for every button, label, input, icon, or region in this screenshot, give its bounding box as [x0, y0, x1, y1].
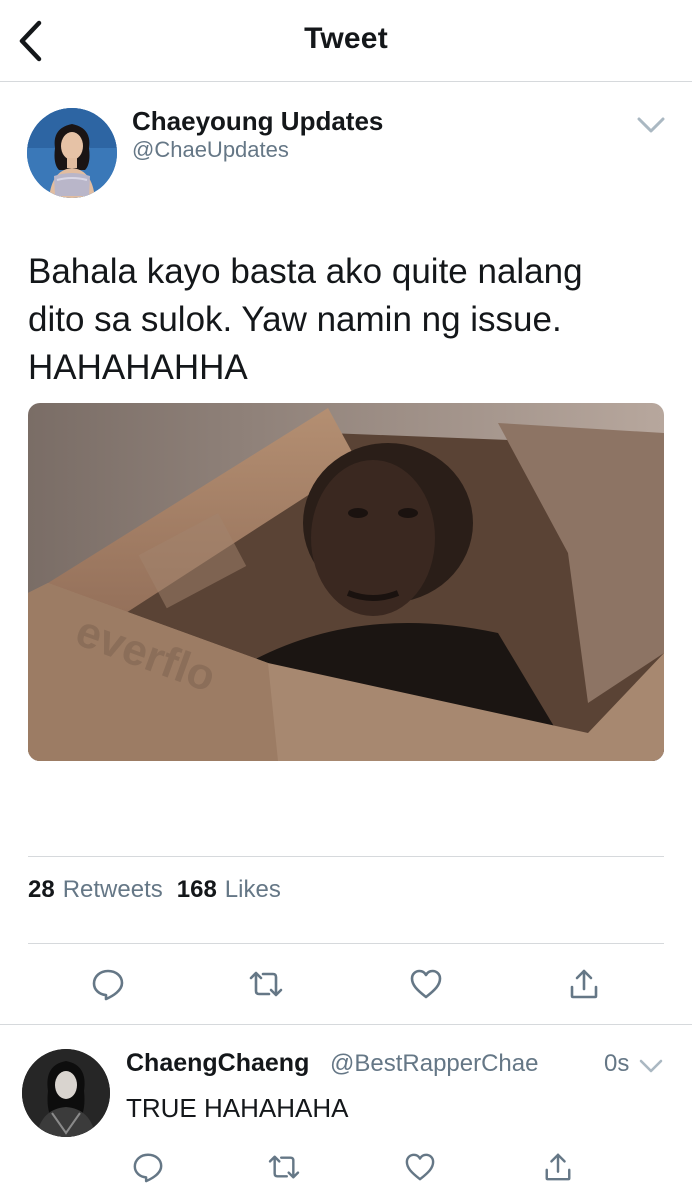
- reply-username-handle[interactable]: @BestRapperChae: [330, 1050, 538, 1078]
- like-button[interactable]: [402, 960, 450, 1008]
- reply-display-name[interactable]: ChaengChaeng: [126, 1049, 309, 1078]
- retweets-stat[interactable]: 28 Retweets: [28, 876, 177, 904]
- page-title: Tweet: [304, 22, 388, 55]
- likes-label: Likes: [224, 876, 281, 903]
- chevron-down-icon: [639, 1059, 663, 1073]
- divider: [28, 856, 664, 857]
- share-button[interactable]: [560, 960, 608, 1008]
- reply-options-button[interactable]: [636, 1053, 666, 1079]
- likes-stat[interactable]: 168 Likes: [177, 876, 295, 904]
- retweet-button[interactable]: [262, 1145, 306, 1189]
- tweet-action-bar: [28, 960, 664, 1008]
- retweet-icon: [268, 1155, 300, 1179]
- retweets-label: Retweets: [62, 876, 163, 903]
- share-button[interactable]: [536, 1145, 580, 1189]
- reply-icon: [92, 969, 124, 1001]
- reply-button[interactable]: [84, 960, 132, 1008]
- heart-icon: [410, 969, 442, 999]
- chevron-down-icon: [637, 117, 665, 133]
- reply-tweet[interactable]: ChaengChaeng @BestRapperChae 0s TRUE HAH…: [0, 1025, 692, 1200]
- share-icon: [545, 1153, 571, 1181]
- reply-timestamp: 0s: [604, 1050, 630, 1077]
- tweet-text: Bahala kayo basta ako quite nalang dito …: [28, 252, 583, 387]
- reply-action-bar: [122, 1145, 592, 1189]
- divider: [28, 943, 664, 944]
- avatar[interactable]: [22, 1049, 110, 1137]
- display-name[interactable]: Chaeyoung Updates: [132, 106, 383, 137]
- retweet-button[interactable]: [242, 960, 290, 1008]
- heart-icon: [405, 1153, 435, 1181]
- tweet-media-image[interactable]: everflo: [28, 403, 664, 761]
- like-button[interactable]: [398, 1145, 442, 1189]
- reply-icon: [133, 1153, 163, 1183]
- tweet-stats: 28 Retweets 168 Likes: [28, 876, 295, 904]
- tweet-options-button[interactable]: [632, 110, 670, 140]
- retweets-count: 28: [28, 876, 55, 903]
- retweet-icon: [249, 971, 283, 997]
- man-in-box-photo: everflo: [28, 403, 664, 761]
- username-handle[interactable]: @ChaeUpdates: [132, 137, 289, 163]
- avatar-photo: [22, 1049, 110, 1137]
- navigation-bar: Tweet: [0, 0, 692, 82]
- reply-button[interactable]: [126, 1145, 170, 1189]
- avatar-photo: [27, 108, 117, 198]
- avatar[interactable]: [27, 108, 117, 198]
- tweet-header: Chaeyoung Updates @ChaeUpdates: [0, 82, 692, 212]
- share-icon: [570, 969, 598, 999]
- likes-count: 168: [176, 876, 217, 903]
- reply-text: TRUE HAHAHAHA: [126, 1093, 349, 1123]
